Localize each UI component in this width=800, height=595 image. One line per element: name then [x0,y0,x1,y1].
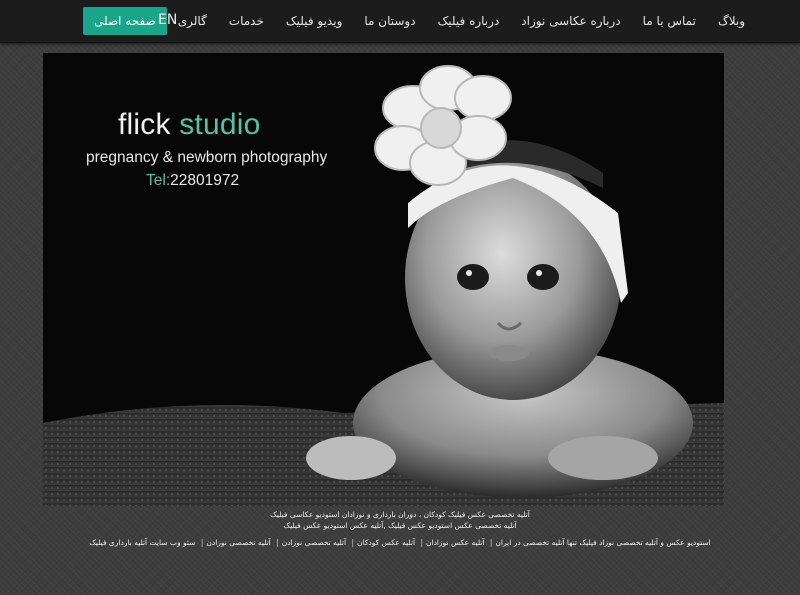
footer-links: استودیو عکس و آتلیه تخصصی نوزاد فیلیک تن… [0,538,800,547]
footer-link-newborn-3[interactable]: آتلیه تخصصی نوزادن [206,538,270,547]
studio-brand: flick studio [118,108,260,142]
footer-description-1: آتلیه تخصصی عکس فیلیک کودکان ، دوران بار… [270,510,530,519]
tel-number: 22801972 [170,172,240,189]
hero-banner: flick studio pregnancy & newborn photogr… [43,53,724,506]
footer-description-2: آتلیه تخصصی عکس استودیو عکس فیلیک ,آتلیه… [283,521,517,530]
footer-link-newborn[interactable]: آتلیه عکس نوزادان [426,538,484,547]
main-menu: صفحه اصلی گالری خدمات ویدیو فیلیک دوستان… [82,7,756,35]
nav-item-video[interactable]: ویدیو فیلیک [275,7,353,35]
phone-number: Tel:22801972 [146,172,239,190]
footer-link-children[interactable]: آتلیه عکس کودکان [357,538,415,547]
nav-item-about-newborn[interactable]: درباره عکاسی نوزاد [510,7,631,35]
separator: | [276,538,279,547]
footer-link-newborn-2[interactable]: آتلیه تخصصی نوزادن [282,538,346,547]
nav-item-friends[interactable]: دوستان ما [353,7,426,35]
top-navbar: صفحه اصلی گالری خدمات ویدیو فیلیک دوستان… [0,0,800,43]
language-switch-en[interactable]: EN [158,12,177,28]
nav-item-about[interactable]: درباره فیلیک [427,7,511,35]
separator: | [420,538,423,547]
footer-link-seo[interactable]: سئو وب سایت آتلیه بارداری فیلیک [89,538,195,547]
nav-item-blog[interactable]: وبلاگ [707,7,756,35]
nav-item-home[interactable]: صفحه اصلی [82,7,167,35]
separator: | [351,538,355,547]
footer-link-studio[interactable]: استودیو عکس و آتلیه تخصصی نوزاد فیلیک تن… [495,538,710,547]
nav-item-contact[interactable]: تماس با ما [632,7,707,35]
tagline: pregnancy & newborn photography [86,149,328,166]
nav-item-services[interactable]: خدمات [218,7,275,35]
tel-label: Tel: [146,172,171,189]
brand-accent: studio [179,108,261,141]
brand-main: flick [118,108,171,141]
